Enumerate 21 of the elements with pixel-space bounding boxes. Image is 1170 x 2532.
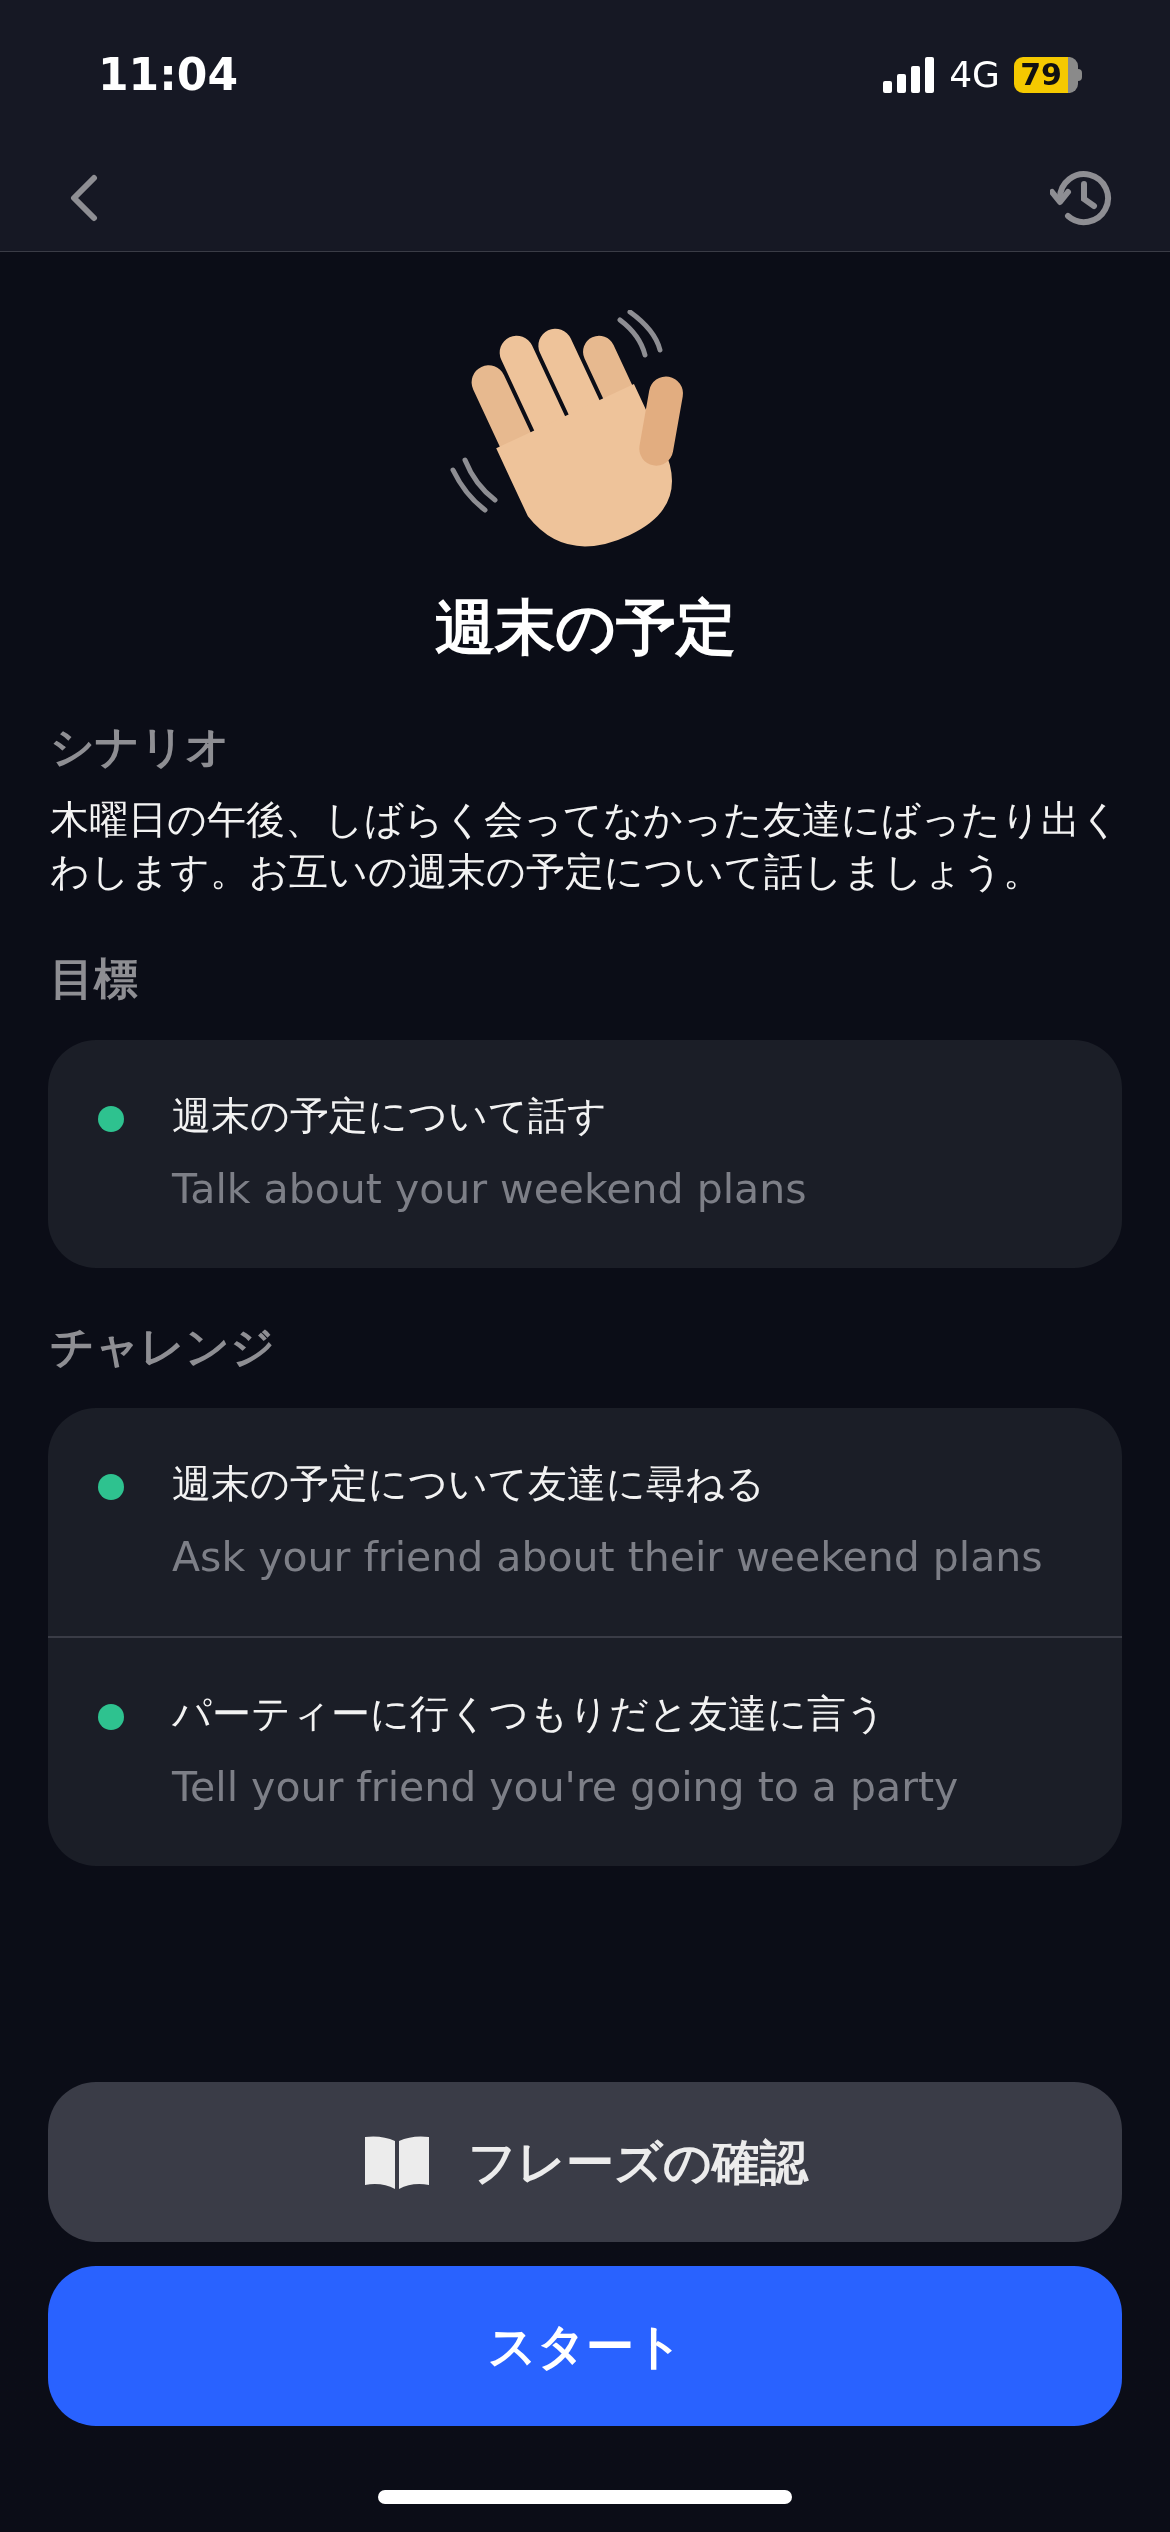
status-time: 11:04 [98, 47, 239, 102]
translation-text: Ask your friend about their weekend plans [172, 1532, 1043, 1582]
objective-text: 週末の予定について友達に尋ねる [172, 1460, 766, 1508]
scenario-title: 週末の予定 [434, 591, 736, 664]
translation-text: Talk about your weekend plans [172, 1164, 807, 1214]
bullet-icon [98, 1704, 124, 1730]
section-heading: 目標 [50, 952, 139, 1006]
book-icon [362, 2135, 432, 2189]
phrase-review-button[interactable]: フレーズの確認 [48, 2082, 1122, 2242]
scenario-description: 木曜日の午後、しばらく会ってなかった友達にばったり出くわします。お互いの週末の予定について話しましょう。 [50, 796, 1120, 896]
bullet-icon [98, 1106, 124, 1132]
section-heading: シナリオ [50, 720, 231, 774]
objective-text: 週末の予定について話す [172, 1092, 608, 1140]
objective-text: パーティーに行くつもりだと友達に言う [172, 1690, 887, 1738]
translation-text: Tell your friend you're going to a party [172, 1762, 959, 1812]
network-label: 4G [949, 52, 1000, 97]
back-icon[interactable] [68, 174, 100, 222]
section-heading: チャレンジ [50, 1320, 276, 1374]
signal-icon [883, 56, 936, 93]
bullet-icon [98, 1474, 124, 1500]
start-button[interactable]: スタート [48, 2266, 1122, 2426]
